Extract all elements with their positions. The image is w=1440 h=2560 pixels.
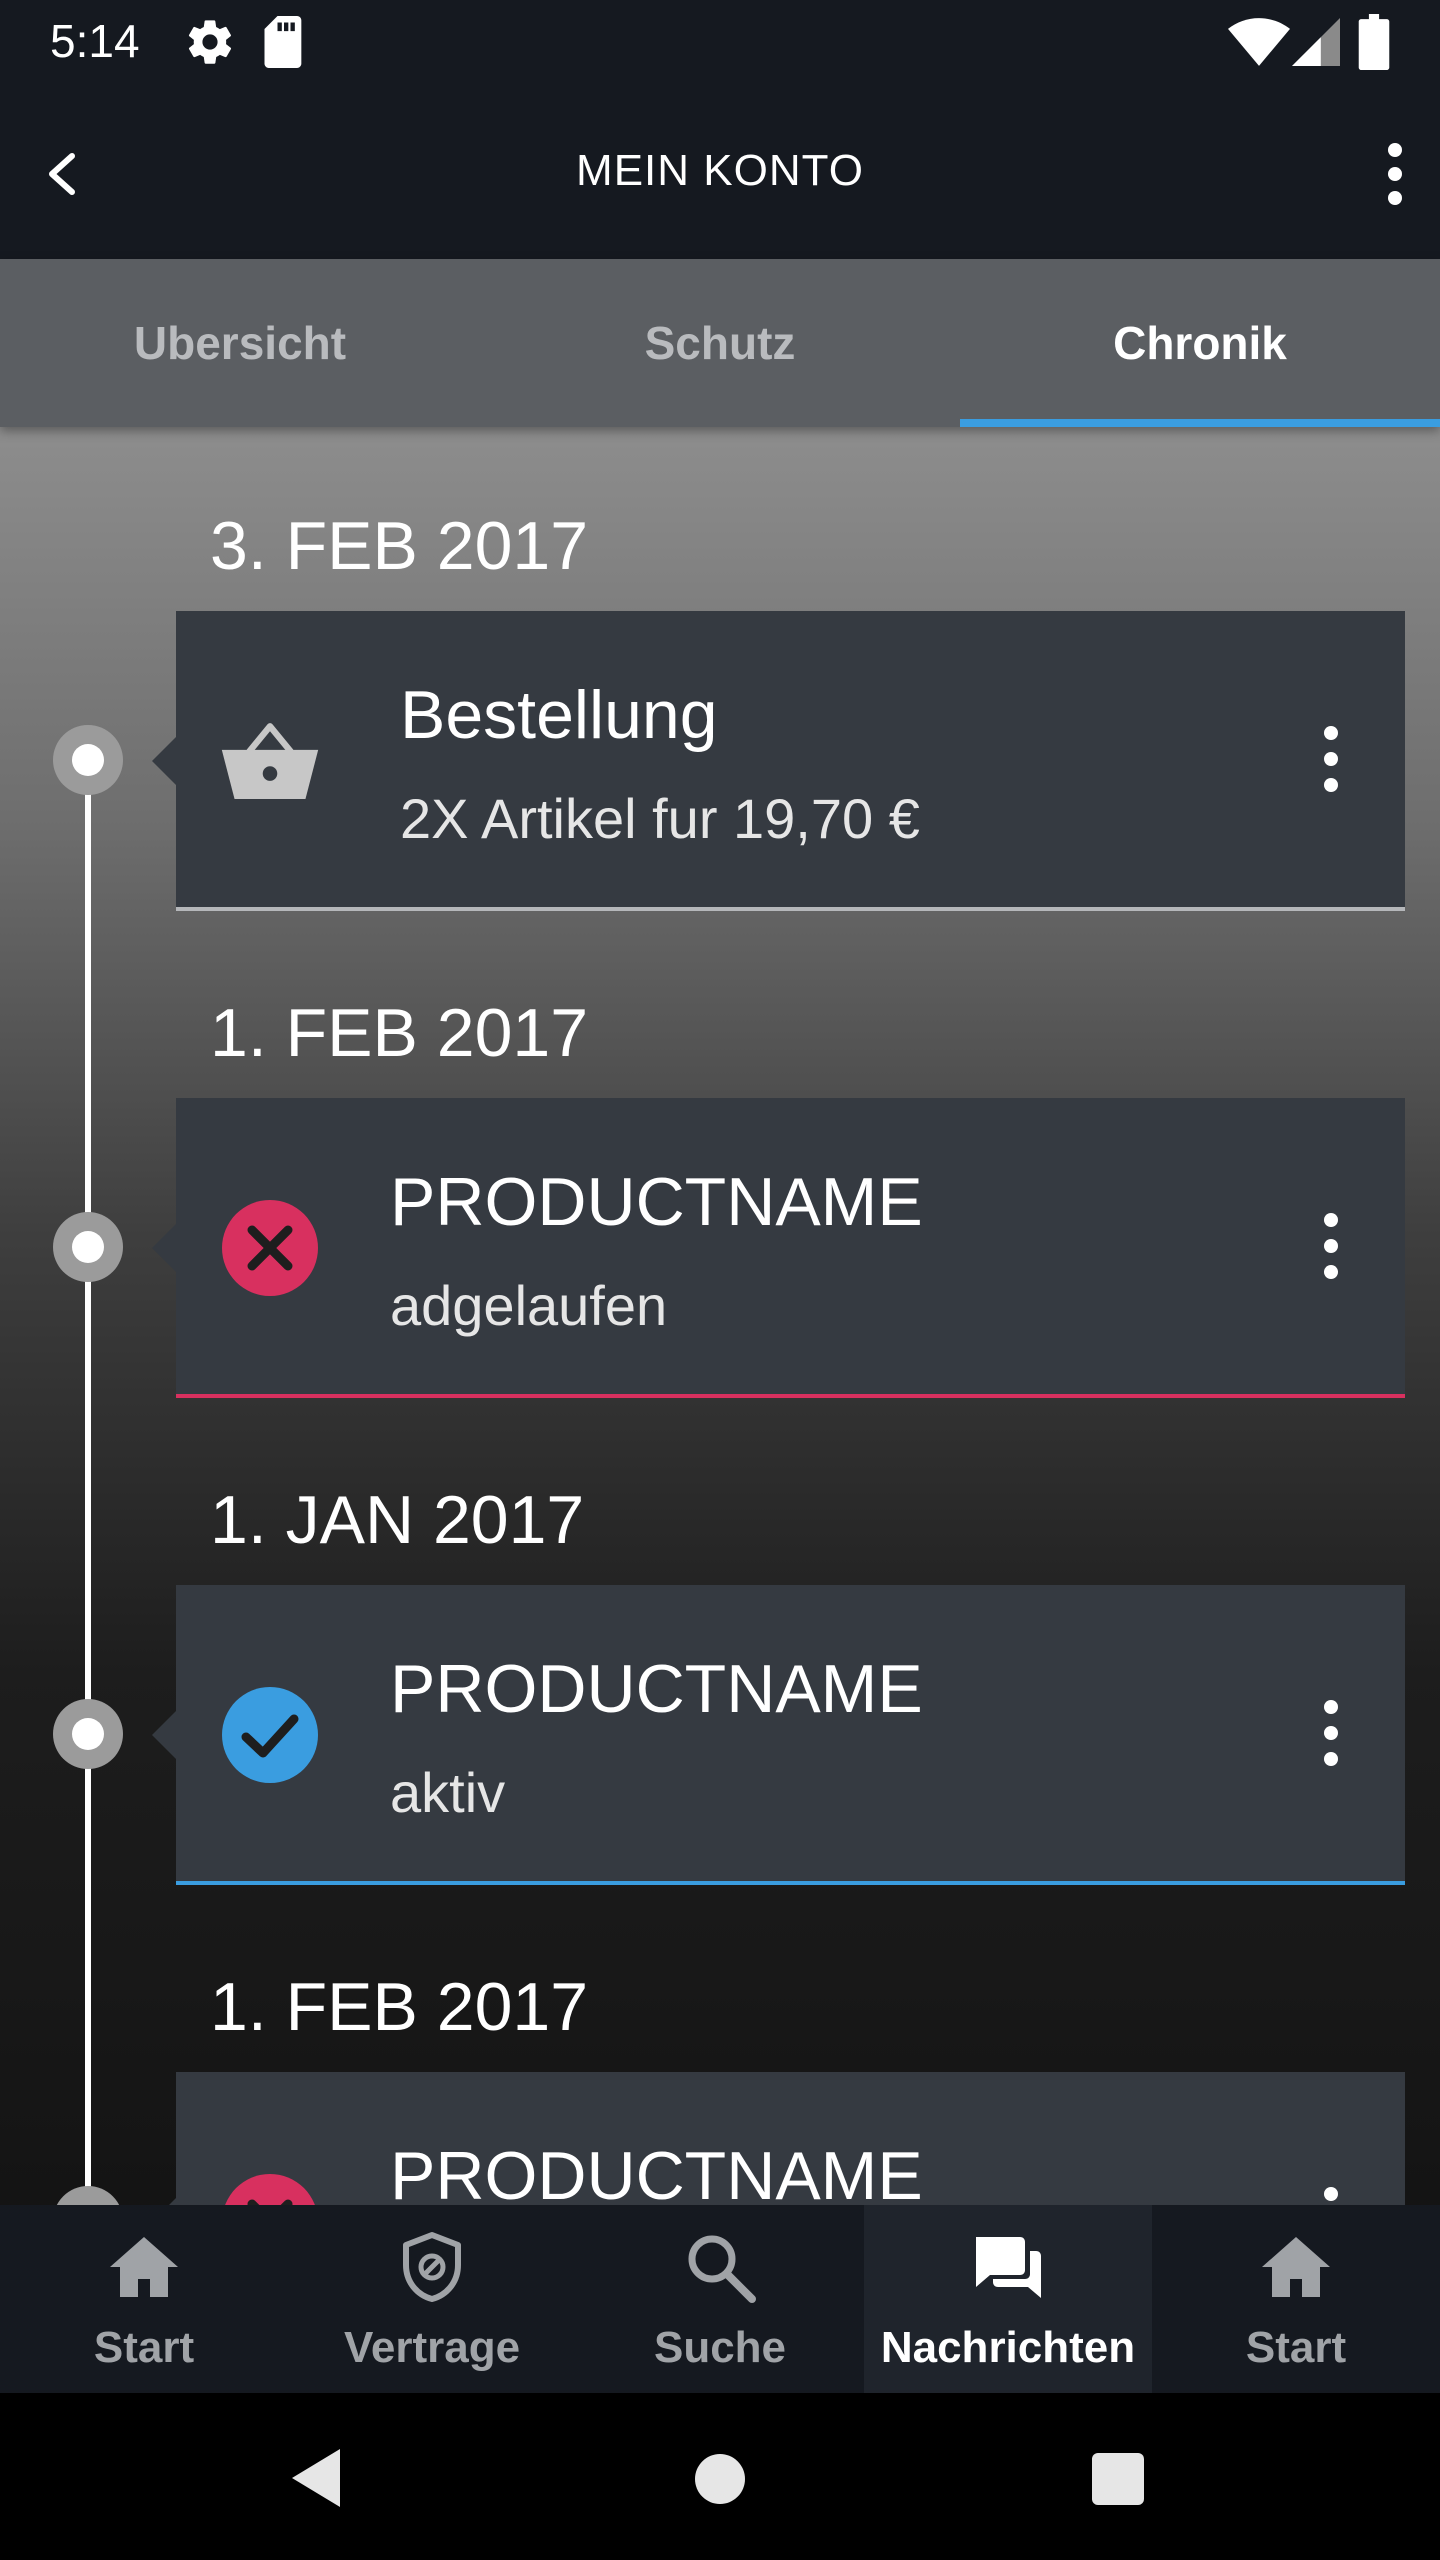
chat-icon (976, 2237, 1041, 2298)
tab-chronik[interactable]: Chronik (960, 259, 1440, 427)
nav-label: Start (93, 2323, 195, 2372)
card-more-icon[interactable] (1311, 719, 1351, 799)
signal-icon (1292, 18, 1340, 66)
timeline-card-expired[interactable]: PRODUCTNAME (152, 2072, 1405, 2205)
timeline-card-expired[interactable]: PRODUCTNAME adgelaufen (152, 1098, 1405, 1398)
nav-label: Start (1245, 2323, 1347, 2372)
error-x-icon (225, 2174, 315, 2205)
back-triangle-icon[interactable] (288, 2447, 344, 2509)
card-more-icon[interactable] (1311, 1693, 1351, 1773)
timeline-dot (53, 1699, 123, 1769)
card-subtitle: 2X Artikel fur 19,70 € (400, 787, 920, 850)
card-title: PRODUCTNAME (390, 1164, 923, 1240)
nav-label: Vertrage (343, 2323, 521, 2372)
timeline-dot (53, 725, 123, 795)
timeline-dot (53, 2186, 123, 2205)
timeline-list[interactable]: 3. FEB 2017 Bestellung 2X Artikel fur 19… (0, 427, 1440, 2205)
page-title: MEIN KONTO (576, 146, 864, 195)
shield-icon (403, 2232, 461, 2302)
nav-item-start-2[interactable]: Start (1152, 2205, 1440, 2393)
timeline-line (85, 760, 91, 2205)
card-title: PRODUCTNAME (390, 1651, 923, 1727)
nav-item-vertrage[interactable]: Vertrage (288, 2205, 576, 2393)
tab-bar: Ubersicht Schutz Chronik (0, 259, 1440, 427)
nav-label: Nachrichten (880, 2323, 1136, 2372)
app-bar: MEIN KONTO (0, 84, 1440, 259)
timeline-card-order[interactable]: Bestellung 2X Artikel fur 19,70 € (152, 611, 1405, 911)
error-x-icon (222, 1200, 318, 1296)
status-bar: 5:14 (0, 0, 1440, 84)
tab-ubersicht[interactable]: Ubersicht (0, 259, 480, 427)
nav-item-suche[interactable]: Suche (576, 2205, 864, 2393)
card-title: Bestellung (400, 677, 718, 753)
system-nav-bar (0, 2393, 1440, 2560)
tab-indicator (960, 419, 1440, 427)
home-icon (110, 2237, 178, 2297)
recents-square-icon[interactable] (1090, 2451, 1146, 2507)
card-more-icon[interactable] (1311, 1206, 1351, 1286)
check-icon (222, 1687, 318, 1783)
timeline-date: 3. FEB 2017 (210, 508, 589, 584)
nav-label: Suche (653, 2323, 787, 2372)
status-time: 5:14 (50, 15, 140, 67)
nav-item-nachrichten[interactable]: Nachrichten (864, 2205, 1152, 2393)
sd-card-icon (264, 16, 302, 68)
card-title: PRODUCTNAME (390, 2138, 923, 2205)
timeline-date: 1. FEB 2017 (210, 1969, 589, 2045)
battery-icon (1358, 14, 1390, 70)
card-subtitle: adgelaufen (390, 1274, 668, 1337)
timeline-date: 1. FEB 2017 (210, 995, 589, 1071)
home-icon (1262, 2237, 1330, 2297)
search-icon (688, 2235, 756, 2303)
timeline-date: 1. JAN 2017 (210, 1482, 585, 1558)
basket-icon (221, 723, 319, 799)
more-vert-icon[interactable] (1360, 134, 1430, 214)
card-subtitle: aktiv (390, 1761, 506, 1824)
tab-schutz[interactable]: Schutz (480, 259, 960, 427)
nav-item-start[interactable]: Start (0, 2205, 288, 2393)
home-circle-icon[interactable] (694, 2453, 746, 2505)
timeline-card-active[interactable]: PRODUCTNAME aktiv (152, 1585, 1405, 1885)
wifi-icon (1228, 18, 1290, 66)
card-more-icon[interactable] (1311, 2180, 1351, 2205)
timeline-dot (53, 1212, 123, 1282)
bottom-nav: Start Vertrage Suche Nachrichten Start (0, 2205, 1440, 2393)
gear-icon (188, 20, 232, 64)
